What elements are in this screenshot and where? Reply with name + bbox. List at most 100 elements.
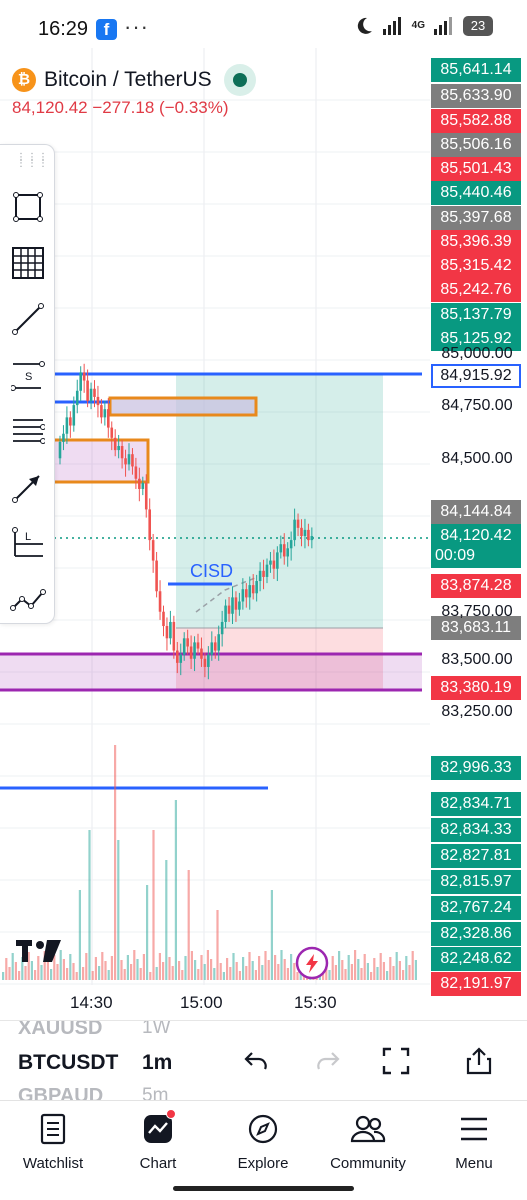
price-tag[interactable]: 82,834.33	[431, 818, 521, 842]
fullscreen-icon[interactable]	[378, 1043, 414, 1079]
bottom-navigation: Watchlist Chart Explore Community Menu	[0, 1100, 527, 1200]
volume-bar	[18, 971, 21, 980]
symbol-header[interactable]: ₿ Bitcoin / TetherUS	[12, 64, 256, 96]
volume-bar	[168, 957, 171, 980]
nav-explore[interactable]: Explore	[213, 1109, 313, 1172]
alert-lightning-icon[interactable]	[295, 946, 329, 980]
current-timeframe[interactable]: 1m	[142, 1051, 172, 1075]
timeframe-option[interactable]: 5m	[142, 1085, 168, 1101]
price-tag[interactable]: 82,996.33	[431, 756, 521, 780]
chart-area[interactable]: CISD 85,641.14 85,633.90 85,582.88 85,506.1…	[0, 48, 527, 1020]
nav-chart[interactable]: Chart	[108, 1109, 208, 1172]
price-tag[interactable]: 83,874.28	[431, 574, 521, 598]
facebook-icon: f	[96, 19, 117, 40]
share-icon[interactable]	[461, 1043, 497, 1079]
price-axis-level: 84,500.00	[441, 450, 513, 467]
price-tag[interactable]: 84,144.84	[431, 500, 521, 524]
volume-bar	[370, 972, 373, 980]
grid-tool-icon[interactable]	[8, 243, 48, 283]
price-tag[interactable]: 85,501.43	[431, 157, 521, 181]
price-tag[interactable]: 85,506.16	[431, 133, 521, 157]
price-tag[interactable]: 85,242.76	[431, 278, 521, 302]
toolbar-grip-icon[interactable]: ⋮⋮⋮ ⋮⋮⋮	[16, 153, 49, 169]
nav-community[interactable]: Community	[318, 1109, 418, 1172]
demand-zone[interactable]	[0, 654, 422, 690]
volume-bar	[133, 950, 136, 980]
volume-bar	[386, 971, 389, 980]
current-price: 84,120.42	[440, 527, 512, 544]
price-change-pct: (−0.33%)	[159, 98, 229, 117]
candle	[96, 385, 100, 418]
long-position-icon[interactable]: L	[8, 523, 48, 563]
volume-bar	[59, 950, 62, 980]
network-type: 4G	[411, 20, 425, 31]
time-axis[interactable]: 14:30 15:00 15:30	[0, 990, 430, 1020]
signal-2-icon	[434, 17, 452, 35]
volume-bar	[146, 885, 149, 980]
price-tag[interactable]: 85,315.42	[431, 254, 521, 278]
price-tag[interactable]: 84,915.92	[431, 364, 521, 388]
path-tool-icon[interactable]	[8, 579, 48, 619]
symbol-picker[interactable]: XAUUSD BTCUSDT GBPAUD 1W 1m 5m	[18, 1021, 178, 1101]
watchlist-icon	[3, 1109, 103, 1149]
price-axis-level: 83,500.00	[441, 651, 513, 668]
market-status-icon[interactable]	[223, 64, 256, 96]
battery-icon: 23	[463, 16, 493, 36]
timeframe-option[interactable]: 1W	[142, 1021, 171, 1039]
volume-bar	[181, 970, 184, 980]
price-tag[interactable]: 82,815.97	[431, 870, 521, 894]
symbol-option[interactable]: XAUUSD	[18, 1021, 102, 1040]
nav-watchlist[interactable]: Watchlist	[3, 1109, 103, 1172]
redo-icon[interactable]	[310, 1043, 346, 1079]
price-tag[interactable]: 82,191.97	[431, 972, 521, 996]
volume-bar	[293, 963, 296, 980]
price-tag[interactable]: 83,380.19	[431, 676, 521, 700]
rectangle-tool-icon[interactable]	[8, 187, 48, 227]
volume-bar	[136, 959, 139, 980]
volume-bar	[24, 966, 27, 980]
price-tag[interactable]: 82,834.71	[431, 792, 521, 816]
volume-bar	[66, 968, 69, 980]
current-price-tag[interactable]: 84,120.42 00:09	[431, 524, 521, 568]
price-tag[interactable]: 82,328.86	[431, 922, 521, 946]
volume-bar	[53, 955, 56, 980]
volume-bar	[126, 955, 129, 980]
price-tag[interactable]: 85,397.68	[431, 206, 521, 230]
supply-box-upper[interactable]	[108, 396, 258, 417]
parallel-channel-icon[interactable]	[8, 411, 48, 451]
volume-bar	[82, 967, 85, 980]
volume-bar	[62, 959, 65, 980]
price-tag[interactable]: 85,641.14	[431, 58, 521, 82]
cisd-label: CISD	[190, 561, 233, 581]
price-tag[interactable]: 82,248.62	[431, 947, 521, 971]
symbol-option[interactable]: GBPAUD	[18, 1085, 103, 1101]
fib-retracement-icon[interactable]: S	[8, 355, 48, 395]
volume-bar	[139, 968, 142, 980]
symbol-name[interactable]: Bitcoin / TetherUS	[44, 68, 212, 92]
price-tag[interactable]: 82,767.24	[431, 896, 521, 920]
time-label: 15:30	[294, 993, 337, 1012]
candle	[103, 400, 107, 426]
volume-bar	[331, 956, 334, 980]
volume-bar	[286, 968, 289, 980]
price-change: −277.18	[92, 98, 155, 117]
price-tag[interactable]: 85,396.39	[431, 230, 521, 254]
volume-bar	[88, 830, 91, 980]
price-axis-level: 84,750.00	[441, 397, 513, 414]
candle	[148, 498, 151, 551]
volume-bar	[398, 961, 401, 980]
price-tag[interactable]: 85,137.79	[431, 303, 521, 327]
volume-bar	[360, 968, 363, 980]
price-tag[interactable]: 85,633.90	[431, 84, 521, 108]
current-symbol[interactable]: BTCUSDT	[18, 1051, 118, 1075]
nav-menu[interactable]: Menu	[424, 1109, 524, 1172]
price-tag[interactable]: 82,827.81	[431, 844, 521, 868]
compass-icon	[213, 1109, 313, 1149]
trend-line-icon[interactable]	[8, 299, 48, 339]
price-tag[interactable]: 85,582.88	[431, 109, 521, 133]
undo-icon[interactable]	[238, 1043, 274, 1079]
arrow-tool-icon[interactable]	[8, 467, 48, 507]
volume-bar	[392, 966, 395, 980]
price-tag[interactable]: 85,440.46	[431, 181, 521, 205]
nav-label: Chart	[139, 1155, 177, 1172]
